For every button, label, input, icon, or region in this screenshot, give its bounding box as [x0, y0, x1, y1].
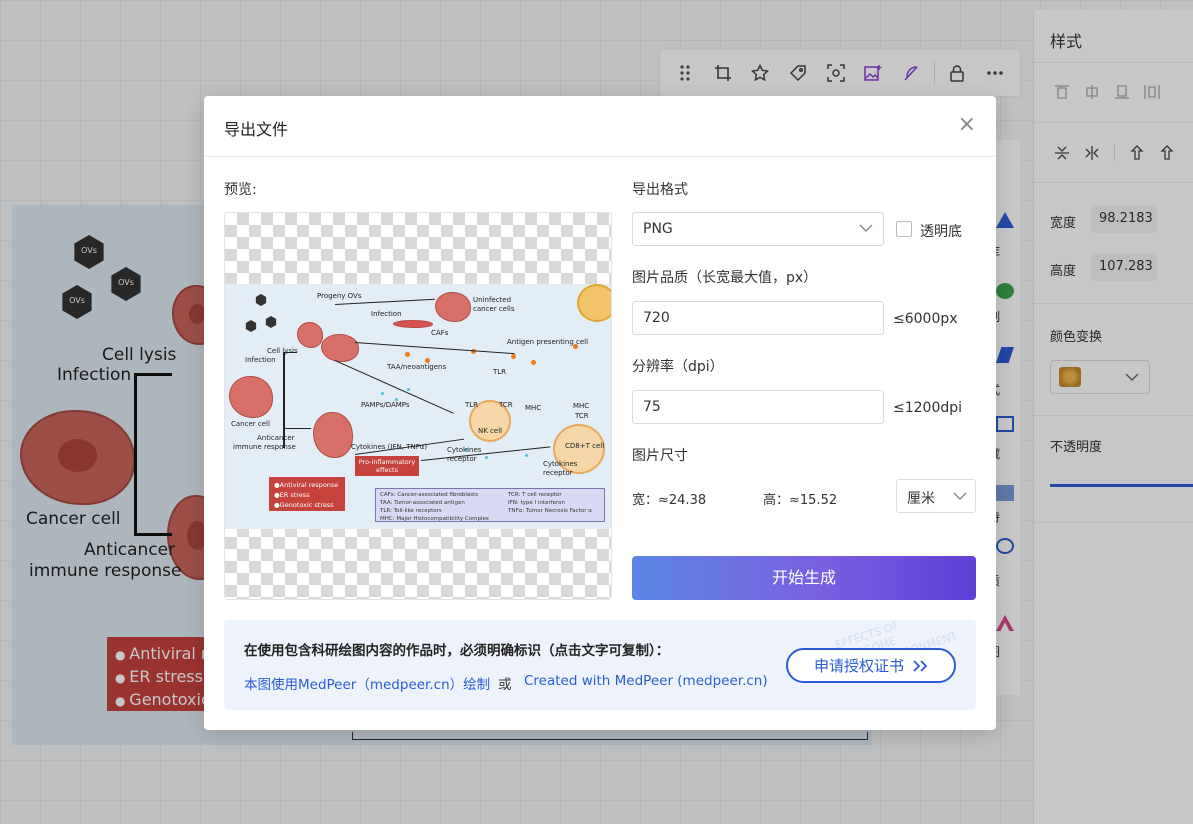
attribution-link-en[interactable]: Created with MedPeer (medpeer.cn)	[524, 673, 768, 689]
antigen-dot	[405, 352, 410, 357]
format-label: 导出格式	[632, 182, 688, 198]
figure-label: CAFs	[431, 329, 449, 337]
cancer-cell-shape	[229, 376, 273, 418]
quality-input[interactable]: 720	[632, 301, 884, 335]
antigen-dot	[511, 354, 516, 359]
chevron-down-icon	[859, 224, 873, 232]
figure-label: PAMPs/DAMPs	[361, 401, 410, 409]
preview-image: Progeny OVs Infection Uninfected cancer …	[225, 284, 611, 529]
cell-shape	[321, 334, 359, 362]
dialog-header: 导出文件 ×	[204, 96, 996, 157]
figure-label: TLR	[493, 368, 507, 376]
damp-dot	[381, 392, 384, 395]
preview-label: 预览:	[224, 182, 257, 198]
antigen-dot	[531, 360, 536, 365]
figure-label: receptor	[543, 469, 573, 477]
chevron-down-icon	[953, 492, 967, 500]
close-icon[interactable]: ×	[958, 114, 976, 136]
dpi-input[interactable]: 75	[632, 390, 884, 424]
virus-icon	[265, 316, 277, 328]
dpi-max-label: ≤1200dpi	[893, 400, 963, 416]
quality-max-label: ≤6000px	[893, 311, 958, 327]
damp-dot	[407, 388, 410, 391]
figure-label: Cell lysis	[267, 347, 298, 355]
notice-title: 在使用包含科研绘图内容的作品时，必须明确标识（点击文字可复制）：	[244, 643, 670, 659]
figure-label: Uninfected	[473, 296, 512, 304]
figure-label: Anticancer	[257, 434, 295, 442]
caf-shape	[393, 320, 433, 328]
cert-button-label: 申请授权证书	[813, 657, 904, 675]
figure-legend: CAFs: Cancer-associated fibroblasts TAA:…	[375, 488, 605, 522]
arrow-line	[283, 428, 311, 429]
export-dialog: 导出文件 × 预览: Progeny OVs Infection Uninfec…	[204, 96, 996, 730]
figure-label: TCR	[575, 412, 589, 420]
quality-label: 图片品质（长宽最大值，px）	[632, 270, 818, 286]
height-value: 高：≈15.52	[763, 493, 838, 508]
figure-label: CD8+T cell	[565, 442, 605, 450]
arrow-line	[354, 342, 515, 355]
double-chevron-right-icon	[913, 659, 928, 672]
apply-certificate-button[interactable]: 申请授权证书	[786, 648, 956, 683]
pro-inflammatory-box: Pro-inflammatory effects	[355, 456, 419, 476]
cytokine-dot	[525, 454, 528, 457]
cytokine-dot	[485, 456, 488, 459]
format-value: PNG	[643, 221, 673, 237]
figure-label: Progeny OVs	[317, 292, 362, 300]
notice-or: 或	[498, 677, 512, 693]
stress-box: Antiviral response ER stress Genotoxic s…	[269, 477, 345, 511]
figure-label: MHC	[573, 402, 590, 410]
figure-label: receptor	[447, 455, 477, 463]
virus-icon	[245, 320, 257, 332]
preview-area: Progeny OVs Infection Uninfected cancer …	[224, 212, 612, 600]
apc-cell-shape	[577, 284, 611, 322]
cell-shape	[313, 412, 353, 458]
format-select[interactable]: PNG	[632, 212, 884, 246]
dialog-title: 导出文件	[224, 120, 289, 139]
size-label: 图片尺寸	[632, 448, 688, 464]
figure-label: Infection	[371, 310, 402, 318]
cell-shape	[297, 322, 323, 348]
figure-label: Cancer cell	[231, 420, 270, 428]
unit-value: 厘米	[907, 491, 935, 507]
width-value: 宽：≈24.38	[632, 493, 707, 508]
figure-label: immune response	[233, 443, 296, 451]
unit-select[interactable]: 厘米	[896, 479, 976, 513]
uninfected-cell-shape	[435, 292, 471, 322]
figure-label: TCR	[499, 401, 513, 409]
figure-label: Infection	[245, 356, 276, 364]
transparent-checkbox[interactable]	[896, 221, 912, 237]
figure-label: Cytokines	[543, 460, 578, 468]
generate-button[interactable]: 开始生成	[632, 556, 976, 600]
attribution-notice: EFFECTS OF RIBOSOME MICROENVIRONMENT 在使用…	[224, 620, 976, 710]
figure-label: Antigen presenting cell	[507, 338, 589, 346]
dpi-label: 分辨率（dpi）	[632, 359, 724, 375]
attribution-link-cn[interactable]: 本图使用MedPeer（medpeer.cn）绘制	[244, 673, 490, 693]
figure-label: cancer cells	[473, 305, 515, 313]
figure-label: Cytokines	[447, 446, 482, 454]
figure-label: NK cell	[478, 427, 503, 435]
transparent-label[interactable]: 透明底	[920, 221, 962, 241]
virus-icon	[255, 294, 267, 306]
figure-label: MHC	[525, 404, 542, 412]
figure-label: TAA/neoantigens	[387, 363, 447, 371]
figure-label: TLR	[465, 401, 479, 409]
figure-label: Cytokines (IFN, TNFα)	[351, 443, 428, 451]
